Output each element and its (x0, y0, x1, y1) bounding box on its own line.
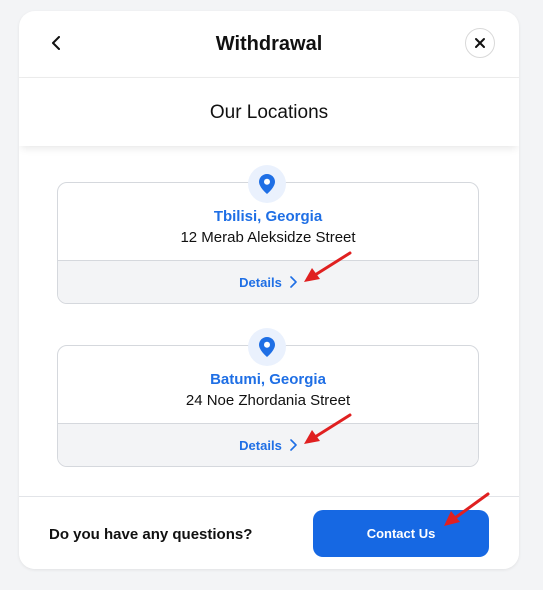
section-header: Our Locations (19, 78, 519, 146)
location-city: Batumi, Georgia (210, 371, 326, 388)
chevron-right-icon (289, 439, 297, 451)
details-label: Details (239, 274, 282, 290)
location-card: Tbilisi, Georgia 12 Merab Aleksidze Stre… (57, 165, 479, 304)
location-card: Batumi, Georgia 24 Noe Zhordania Street … (57, 328, 479, 467)
modal-footer: Do you have any questions? Contact Us (19, 496, 519, 569)
location-pin-icon (259, 337, 275, 357)
location-street: 12 Merab Aleksidze Street (180, 229, 356, 246)
close-icon (475, 38, 485, 48)
contact-us-button[interactable]: Contact Us (313, 510, 489, 557)
section-title: Our Locations (209, 102, 329, 123)
modal-header: Withdrawal (19, 11, 519, 78)
location-city: Tbilisi, Georgia (213, 208, 323, 225)
close-button[interactable] (465, 28, 495, 58)
withdrawal-modal: Withdrawal Our Locations Tbilisi, Georgi… (19, 11, 519, 569)
questions-text: Do you have any questions? (49, 526, 253, 543)
location-pin-badge (248, 165, 286, 203)
location-street: 24 Noe Zhordania Street (185, 392, 351, 409)
details-label: Details (239, 437, 282, 453)
details-button[interactable]: Details (58, 260, 478, 303)
modal-title: Withdrawal (215, 33, 323, 55)
location-pin-icon (259, 174, 275, 194)
details-button[interactable]: Details (58, 423, 478, 466)
locations-list: Tbilisi, Georgia 12 Merab Aleksidze Stre… (19, 146, 519, 496)
chevron-right-icon (289, 276, 297, 288)
location-pin-badge (248, 328, 286, 366)
